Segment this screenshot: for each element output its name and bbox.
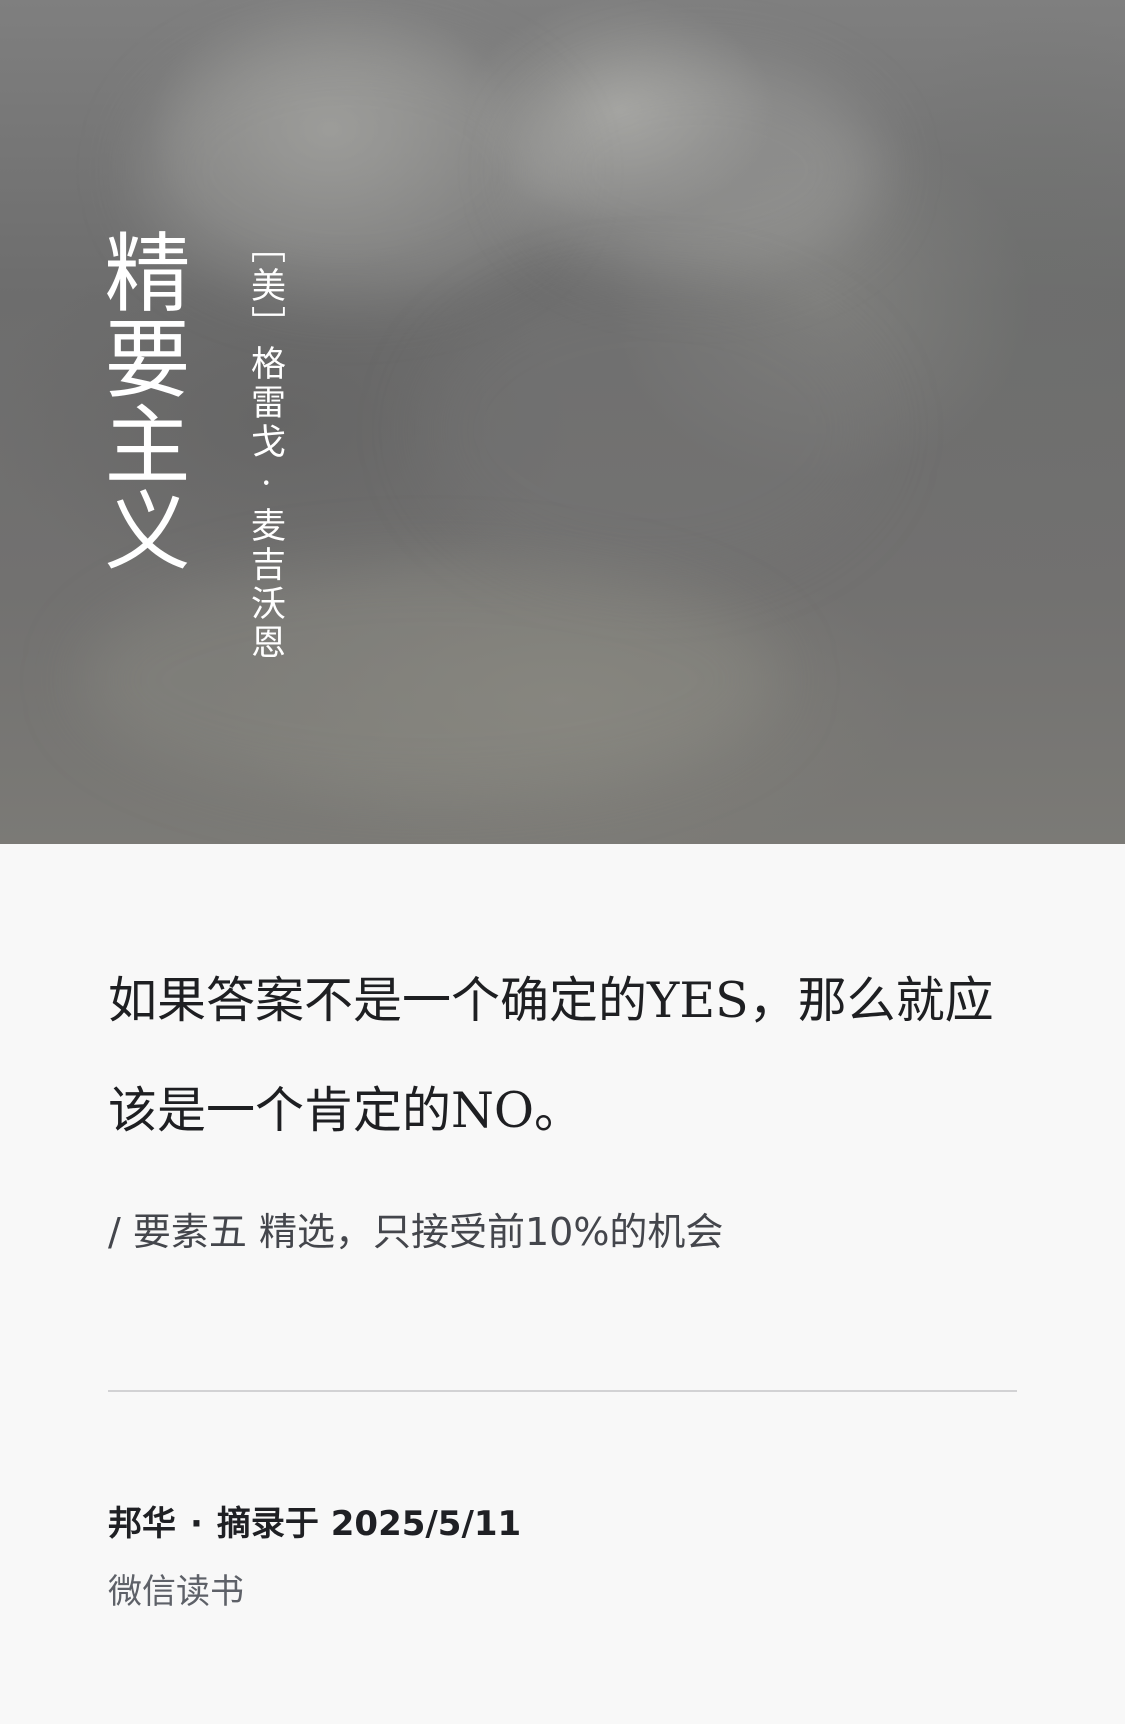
excerpt-meta: 邦华 · 摘录于 2025/5/11 (108, 1500, 521, 1548)
app-name: 微信读书 (108, 1572, 244, 1612)
cover-cloud (420, 280, 880, 580)
excerpt-date: 摘录于 2025/5/11 (216, 1504, 522, 1544)
book-title: 精要主义 (89, 228, 189, 572)
chapter-source: / 要素五 精选，只接受前10%的机会 (108, 1210, 724, 1254)
cover-cloud (520, 60, 880, 280)
book-author: ［美］格雷戈 · 麦吉沃恩 (245, 228, 285, 664)
excerpt-quote: 如果答案不是一个确定的YES，那么就应该是一个肯定的NO。 (108, 972, 994, 1139)
book-cover: 精要主义 ［美］格雷戈 · 麦吉沃恩 (0, 0, 1125, 844)
divider (108, 1390, 1017, 1392)
user-name: 邦华 (108, 1504, 176, 1544)
cover-cloud (80, 560, 780, 800)
meta-separator: · (190, 1504, 203, 1544)
cover-cloud (140, 40, 560, 300)
